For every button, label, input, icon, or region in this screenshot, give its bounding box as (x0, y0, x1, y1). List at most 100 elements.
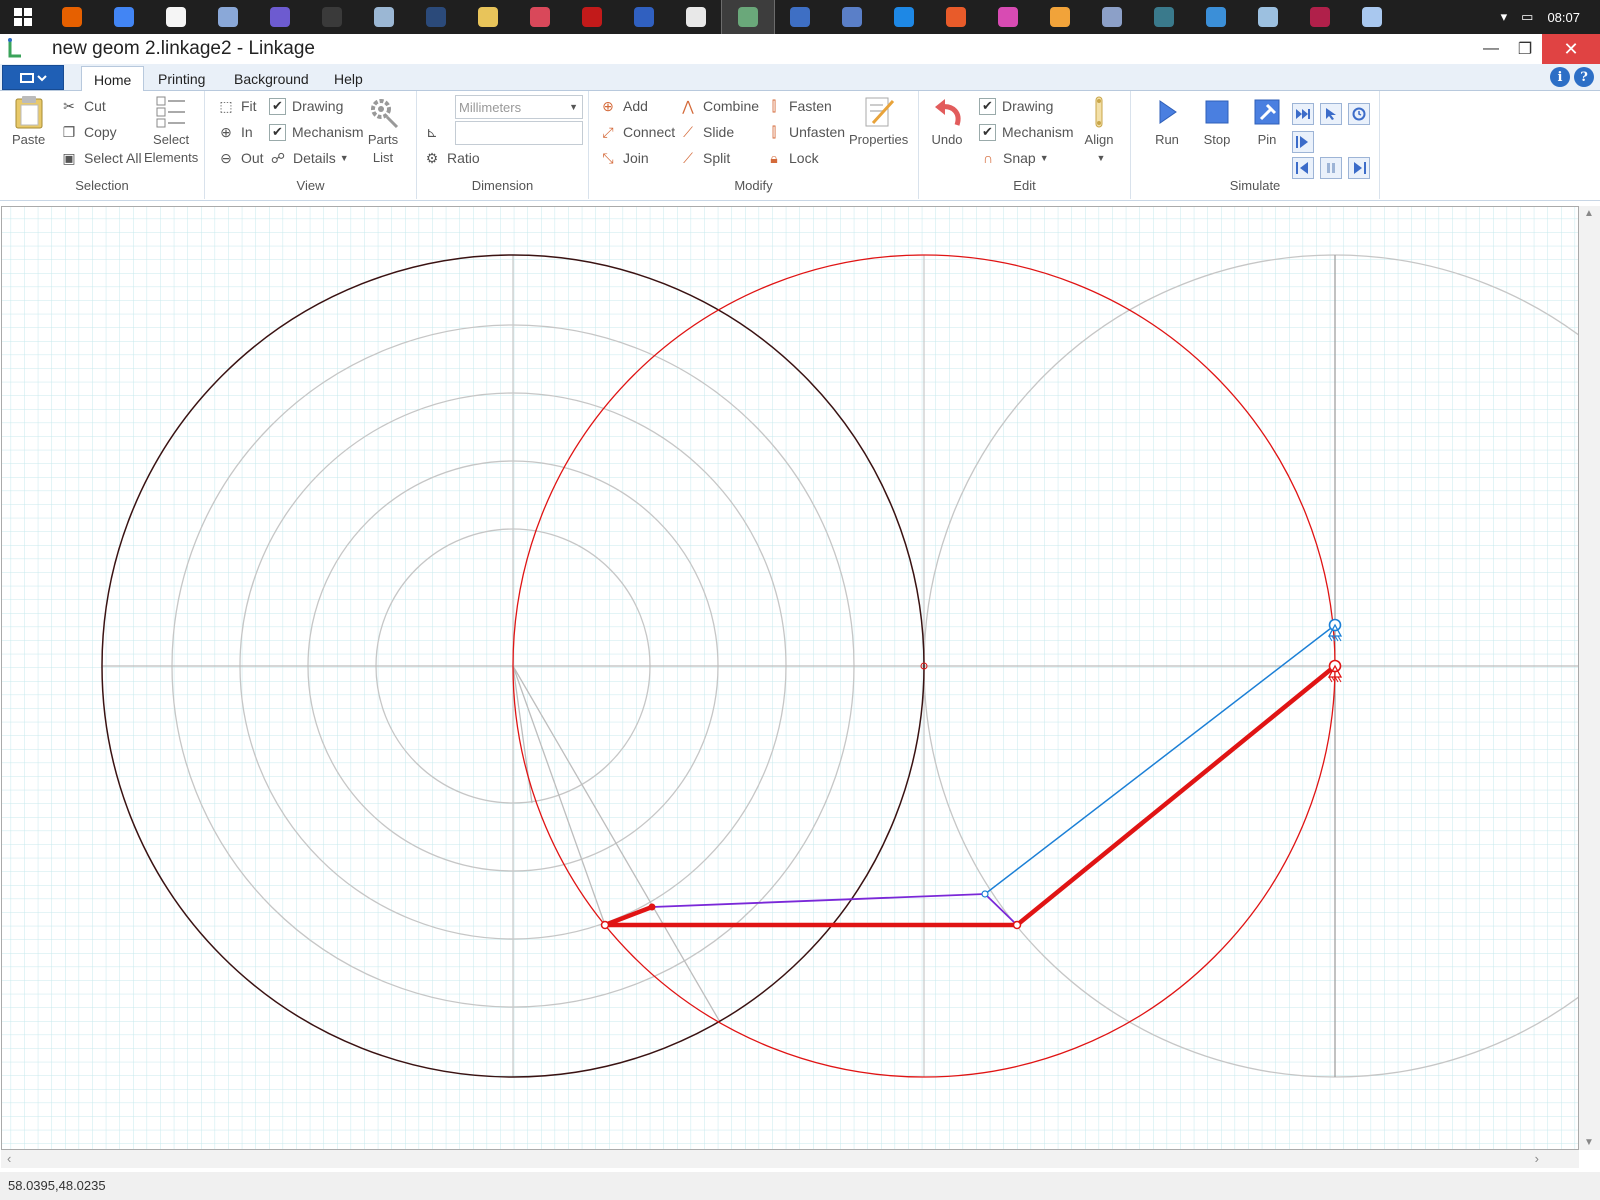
info-icon[interactable]: i (1550, 67, 1570, 87)
combine-button[interactable]: ⋀ Combine (679, 95, 759, 117)
taskbar-map-icon[interactable] (1086, 0, 1138, 34)
monitor-icon[interactable]: ▭ (1521, 9, 1533, 25)
details-icon: ☍ (270, 149, 286, 166)
taskbar-cube-icon[interactable] (670, 0, 722, 34)
scroll-down-icon[interactable]: ▼ (1584, 1137, 1594, 1148)
tab-printing[interactable]: Printing (146, 66, 217, 91)
select-elements-button[interactable]: Select Elements (144, 95, 198, 167)
align-button[interactable]: Align ▼ (1083, 95, 1115, 167)
tab-home[interactable]: Home (81, 66, 145, 92)
fast-forward-icon[interactable] (1292, 103, 1314, 125)
taskbar-network-icon[interactable] (202, 0, 254, 34)
application-menu-button[interactable] (2, 65, 64, 90)
add-icon: ⊕ (602, 97, 614, 114)
taskbar-autocad-icon[interactable] (306, 0, 358, 34)
slide-button[interactable]: ⟋ Slide (679, 121, 734, 143)
taskbar-cubes-icon[interactable] (1190, 0, 1242, 34)
zoom-in-button[interactable]: ⊕ In (217, 121, 253, 143)
taskbar-rv-icon[interactable] (254, 0, 306, 34)
fit-button[interactable]: ⬚ Fit (217, 95, 256, 117)
dimension-value-field[interactable] (455, 121, 583, 145)
taskbar-shield-icon[interactable] (826, 0, 878, 34)
taskbar-chrome-icon[interactable] (98, 0, 150, 34)
simulate-group: Run Stop Pin Simulate (1131, 91, 1380, 199)
taskbar-browser-icon[interactable] (774, 0, 826, 34)
joint-d[interactable] (981, 890, 989, 898)
tab-background[interactable]: Background (222, 66, 321, 91)
dimension-icon-button[interactable]: ⊾ (423, 121, 447, 143)
taskbar-document-icon[interactable] (150, 0, 202, 34)
join-button[interactable]: ⤡ Join (599, 147, 648, 169)
zoom-out-button[interactable]: ⊖ Out (217, 147, 263, 169)
units-dropdown[interactable]: Millimeters ▼ (455, 95, 583, 119)
vertical-scrollbar[interactable]: ▲ ▼ (1579, 206, 1600, 1150)
split-button[interactable]: ⟋ Split (679, 147, 730, 169)
taskbar-film-icon[interactable] (1242, 0, 1294, 34)
taskbar-magic-icon[interactable] (982, 0, 1034, 34)
gear-icon (367, 95, 399, 129)
connect-button[interactable]: ⤢ Connect (599, 121, 675, 143)
parts-list-button[interactable]: Parts List (367, 95, 399, 167)
run-button[interactable]: Run (1151, 95, 1183, 149)
taskbar-puzzle-icon[interactable] (1346, 0, 1398, 34)
select-pointer-icon[interactable] (1320, 103, 1342, 125)
pause-icon[interactable] (1320, 157, 1342, 179)
scroll-left-icon[interactable]: ‹ (7, 1151, 11, 1166)
edit-drawing-checkbox[interactable]: ✔ Drawing (979, 95, 1053, 117)
cut-button[interactable]: ✂ Cut (60, 95, 106, 117)
horizontal-scrollbar[interactable]: ‹ › (1, 1150, 1579, 1168)
step-forward-icon[interactable] (1292, 131, 1314, 153)
properties-button[interactable]: Properties (849, 95, 908, 149)
tray-overflow-icon[interactable]: ▾ (1501, 9, 1508, 25)
taskbar-pencil-icon[interactable] (1034, 0, 1086, 34)
view-mechanism-checkbox[interactable]: ✔ Mechanism (269, 121, 364, 143)
joint-a[interactable] (600, 920, 610, 930)
snap-dropdown[interactable]: ∩ Snap ▼ (979, 147, 1049, 169)
taskbar-search-icon[interactable] (358, 0, 410, 34)
unfasten-button[interactable]: ⫿ Unfasten (765, 121, 845, 143)
paste-button[interactable]: Paste (12, 95, 45, 149)
ratio-button[interactable]: ⚙ Ratio (423, 147, 480, 169)
lock-button[interactable]: 🔒︎ Lock (765, 147, 818, 169)
copy-button[interactable]: ❐ Copy (60, 121, 117, 143)
taskbar-paint-icon[interactable] (930, 0, 982, 34)
linkage-drawing[interactable] (2, 207, 1579, 1150)
linkage-app-icon[interactable] (0, 38, 30, 60)
edit-mechanism-checkbox[interactable]: ✔ Mechanism (979, 121, 1074, 143)
pin-button[interactable]: Pin (1251, 95, 1283, 149)
taskbar-calculator-icon[interactable] (1294, 0, 1346, 34)
joint-c[interactable] (1012, 920, 1022, 930)
taskbar-folder-icon[interactable] (462, 0, 514, 34)
undo-button[interactable]: Undo (931, 95, 963, 149)
taskbar-boat-icon[interactable] (1138, 0, 1190, 34)
timer-icon[interactable] (1348, 103, 1370, 125)
skip-back-icon[interactable] (1292, 157, 1314, 179)
taskbar-firefox-icon[interactable] (46, 0, 98, 34)
fasten-button[interactable]: ⫿ Fasten (765, 95, 832, 117)
details-dropdown[interactable]: ☍ Details ▼ (269, 147, 349, 169)
taskbar-settings-gear-icon[interactable] (618, 0, 670, 34)
undo-icon (931, 95, 963, 129)
taskbar-inkscape-icon[interactable] (878, 0, 930, 34)
taskbar-terminal-icon[interactable] (410, 0, 462, 34)
taskbar-acrobat-icon[interactable] (566, 0, 618, 34)
help-icon[interactable]: ? (1574, 67, 1594, 87)
view-drawing-checkbox[interactable]: ✔ Drawing (269, 95, 343, 117)
close-button[interactable]: ✕ (1542, 34, 1600, 64)
add-button[interactable]: ⊕ Add (599, 95, 648, 117)
select-all-button[interactable]: ▣ Select All (60, 147, 141, 169)
taskbar-linkage-app-icon[interactable] (721, 0, 775, 35)
windows-start-icon[interactable] (0, 0, 46, 34)
clock[interactable]: 08:07 (1547, 10, 1580, 25)
scroll-up-icon[interactable]: ▲ (1584, 208, 1594, 219)
taskbar-pdf-icon[interactable] (514, 0, 566, 34)
maximize-button[interactable]: ❐ (1508, 34, 1542, 64)
tab-help[interactable]: Help (322, 66, 375, 91)
skip-forward-icon[interactable] (1348, 157, 1370, 179)
joint-b[interactable] (648, 903, 656, 911)
drawing-canvas[interactable] (1, 206, 1579, 1150)
scroll-right-icon[interactable]: › (1535, 1151, 1539, 1166)
calculator-icon (1310, 7, 1330, 27)
stop-button[interactable]: Stop (1201, 95, 1233, 149)
minimize-button[interactable]: — (1474, 34, 1508, 64)
